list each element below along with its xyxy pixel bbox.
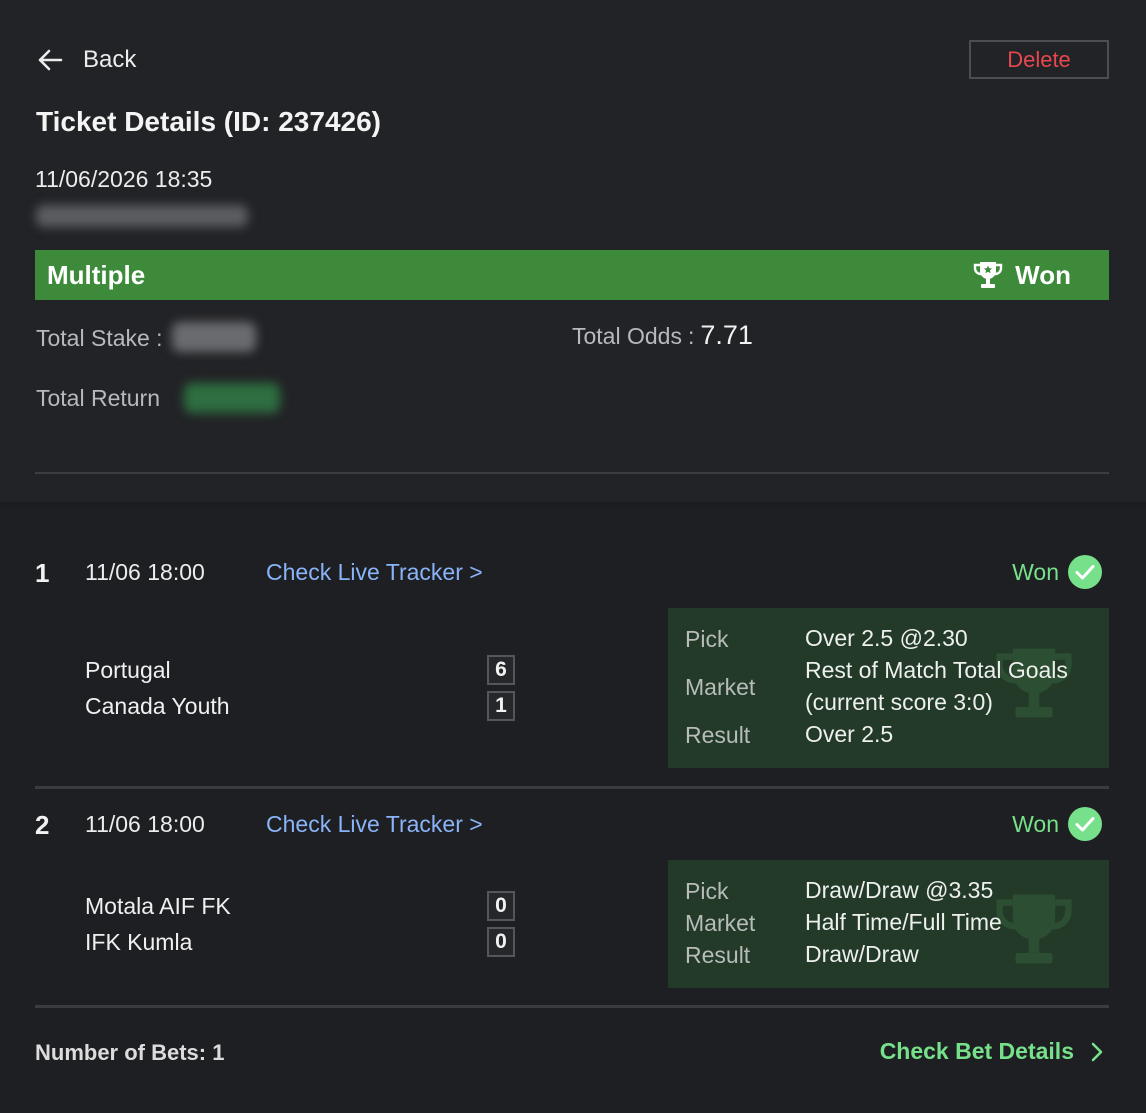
total-return-label: Total Return [36, 385, 161, 411]
ticket-type-label: Multiple [47, 259, 146, 290]
redacted-total-stake [172, 322, 256, 352]
home-team: Motala AIF FK [85, 893, 231, 919]
result-value: Draw/Draw [805, 941, 919, 967]
market-label: Market [685, 674, 756, 700]
bet-status: Won [1012, 806, 1103, 842]
home-score: 6 [487, 655, 515, 685]
bet-time: 11/06 18:00 [85, 559, 205, 585]
trophy-icon [973, 262, 1003, 288]
away-score: 1 [487, 691, 515, 721]
check-bet-details-link[interactable]: Check Bet Details [880, 1038, 1106, 1065]
check-bet-details-label: Check Bet Details [879, 1038, 1074, 1064]
market-label: Market [685, 910, 756, 936]
result-value: Over 2.5 [805, 721, 894, 747]
total-odds: Total Odds : 7.71 [572, 320, 753, 351]
live-tracker-link[interactable]: Check Live Tracker > [266, 811, 483, 838]
market-value: Rest of Match Total Goals (current score… [805, 657, 1068, 715]
pick-details-box: Pick Over 2.5 @2.30 Market Rest of Match… [668, 608, 1109, 768]
away-team: IFK Kumla [85, 929, 193, 955]
result-label: Result [685, 942, 751, 968]
trophy-icon [996, 894, 1072, 964]
pick-label: Pick [685, 878, 729, 904]
ticket-status-label: Won [1015, 259, 1071, 290]
bets-list: 1 11/06 18:00 Check Live Tracker > Won P… [0, 508, 1146, 1113]
total-odds-value: 7.71 [700, 320, 753, 350]
ticket-datetime: 11/06/2026 18:35 [35, 166, 213, 192]
check-circle-icon [1068, 807, 1102, 841]
back-button[interactable]: Back [35, 44, 136, 76]
chevron-right-icon [1091, 1042, 1103, 1061]
delete-button[interactable]: Delete [969, 40, 1109, 79]
ticket-details-page: Back Delete Ticket Details (ID: 237426) … [0, 0, 1146, 1113]
ticket-header-card: Back Delete Ticket Details (ID: 237426) … [0, 0, 1146, 502]
pick-details-box: Pick Draw/Draw @3.35 Market Half Time/Fu… [668, 860, 1109, 988]
ticket-type-banner: Multiple Won [35, 250, 1109, 300]
check-circle-icon [1068, 555, 1102, 589]
page-title: Ticket Details (ID: 237426) [36, 106, 381, 137]
total-odds-label: Total Odds [572, 323, 682, 349]
arrow-left-icon [38, 49, 63, 71]
bet-number: 1 [35, 558, 50, 588]
bet-status-label: Won [1012, 810, 1059, 837]
redacted-total-return [184, 383, 280, 413]
number-of-bets: Number of Bets: 1 [35, 1040, 225, 1065]
total-stake-label: Total Stake : [36, 325, 163, 351]
away-score: 0 [487, 927, 515, 957]
bet-time: 11/06 18:00 [85, 811, 205, 837]
bet-status-label: Won [1012, 558, 1059, 585]
away-team: Canada Youth [85, 693, 230, 719]
pick-value: Over 2.5 @2.30 [805, 625, 968, 651]
redacted-device-info [36, 205, 248, 227]
pick-value: Draw/Draw @3.35 [805, 877, 994, 903]
result-label: Result [685, 722, 751, 748]
live-tracker-link[interactable]: Check Live Tracker > [266, 559, 483, 586]
bet-number: 2 [35, 810, 50, 840]
home-team: Portugal [85, 657, 171, 683]
market-value: Half Time/Full Time [805, 909, 1002, 935]
bet-divider [35, 786, 1109, 789]
home-score: 0 [487, 891, 515, 921]
back-label: Back [83, 46, 137, 73]
bet-status: Won [1012, 554, 1103, 590]
total-odds-separator: : [687, 323, 695, 349]
bet-divider [35, 1005, 1109, 1008]
pick-label: Pick [685, 626, 729, 652]
ticket-status: Won [971, 258, 1071, 292]
header-divider [35, 472, 1109, 474]
